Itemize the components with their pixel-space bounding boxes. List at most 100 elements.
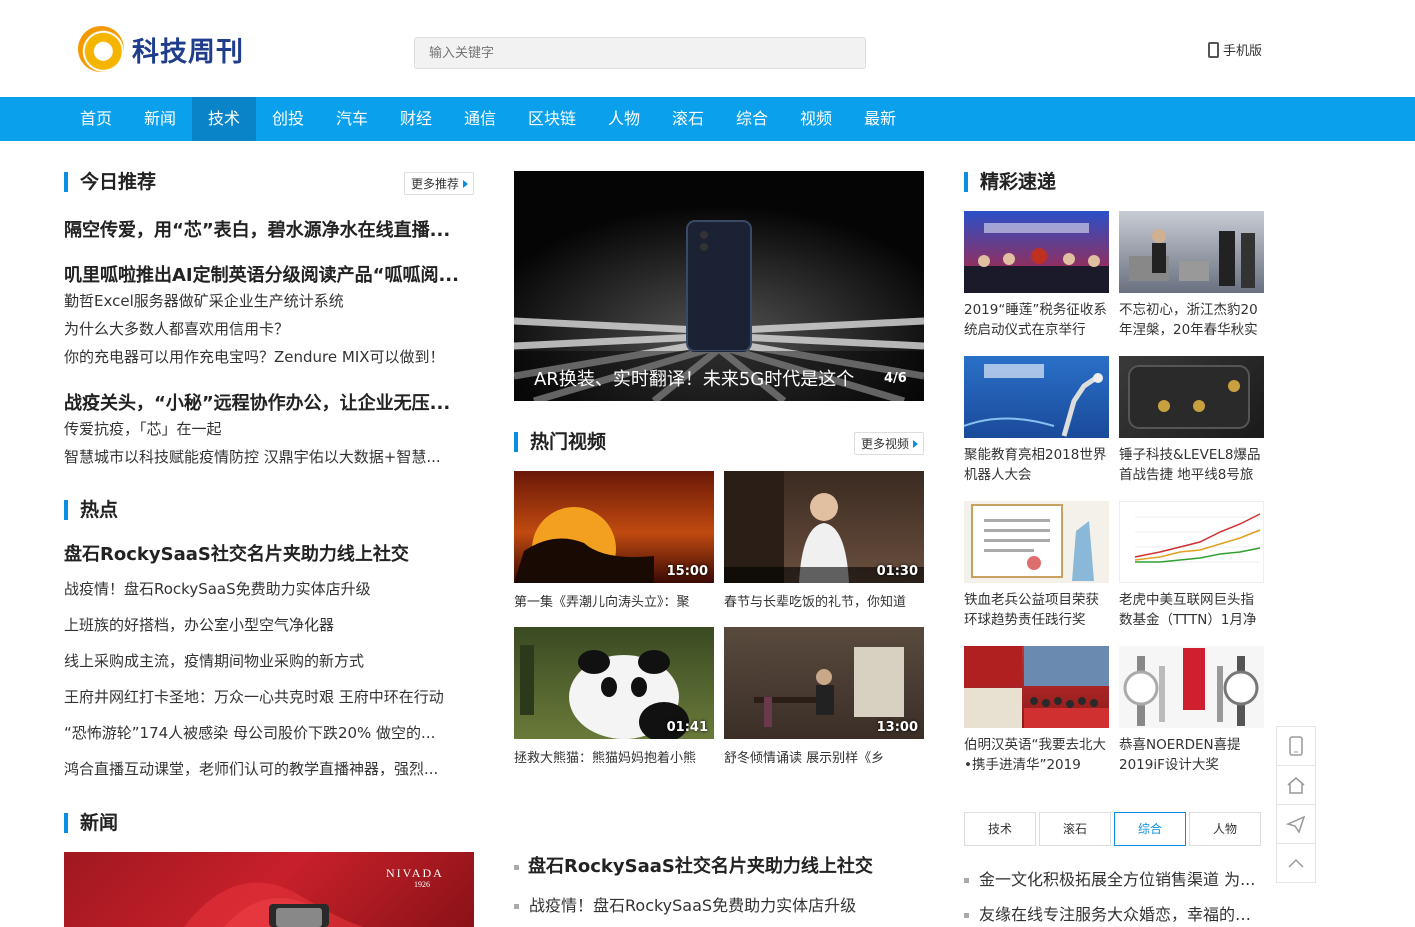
nav-item-latest[interactable]: 最新 bbox=[848, 97, 912, 141]
hot-link[interactable]: “恐怖游轮”174人被感染 母公司股价下跌20% 做空的... bbox=[64, 722, 474, 743]
video-thumb[interactable]: 15:00 bbox=[514, 471, 714, 583]
feedback-button[interactable] bbox=[1276, 804, 1316, 844]
chevron-up-icon bbox=[1288, 858, 1304, 868]
nav-item-general[interactable]: 综合 bbox=[720, 97, 784, 141]
search-input[interactable] bbox=[414, 37, 866, 69]
express-caption[interactable]: 恭喜NOERDEN喜提2019iF设计大奖 bbox=[1119, 735, 1265, 775]
express-caption[interactable]: 伯明汉英语“我要去北大•携手进清华”2019 bbox=[964, 735, 1110, 775]
today-link[interactable]: 为什么大多数人都喜欢用信用卡？ bbox=[64, 318, 474, 339]
video-duration: 01:30 bbox=[876, 564, 918, 579]
more-recommend-button[interactable]: 更多推荐 bbox=[404, 172, 475, 195]
nav-item-auto[interactable]: 汽车 bbox=[320, 97, 384, 141]
express-caption[interactable]: 铁血老兵公益项目荣获环球趋势责任践行奖 bbox=[964, 590, 1110, 630]
bullet-icon bbox=[514, 864, 519, 870]
today-headline[interactable]: 叽里呱啦推出AI定制英语分级阅读产品“呱呱阅... bbox=[64, 261, 474, 287]
mobile-qr-button[interactable] bbox=[1276, 726, 1316, 766]
home-button[interactable] bbox=[1276, 765, 1316, 805]
video-thumb[interactable]: 01:41 bbox=[514, 627, 714, 739]
today-link[interactable]: 传爱抗疫，「芯」在一起 bbox=[64, 418, 474, 439]
ceremony-photo-icon bbox=[964, 223, 1109, 293]
video-thumb[interactable]: 01:30 bbox=[724, 471, 924, 583]
express-thumb[interactable] bbox=[964, 211, 1109, 293]
mobile-version-link[interactable]: 手机版 bbox=[1208, 40, 1262, 59]
express-caption[interactable]: 2019“睡莲”税务征收系统启动仪式在京举行 bbox=[964, 300, 1110, 340]
express-thumb[interactable] bbox=[1119, 646, 1264, 728]
robot-photo-icon bbox=[964, 364, 1103, 437]
main-nav: 首页 新闻 技术 创投 汽车 财经 通信 区块链 人物 滚石 综合 视频 最新 bbox=[0, 97, 1415, 141]
video-duration: 01:41 bbox=[666, 720, 708, 735]
hot-link[interactable]: 线上采购成主流，疫情期间物业采购的新方式 bbox=[64, 650, 474, 671]
hot-headline[interactable]: 盘石RockySaaS社交名片夹助力线上社交 bbox=[64, 540, 474, 566]
video-duration: 15:00 bbox=[666, 564, 708, 579]
back-to-top-button[interactable] bbox=[1276, 843, 1316, 883]
hot-link[interactable]: 鸿合直播互动课堂，老师们认可的教学直播神器，强烈... bbox=[64, 758, 474, 779]
express-caption[interactable]: 不忘初心，浙江杰豹20年涅槃，20年春华秋实 bbox=[1119, 300, 1265, 340]
logo-mark-icon bbox=[78, 26, 124, 72]
nav-item-tech[interactable]: 技术 bbox=[192, 97, 256, 141]
express-thumb[interactable] bbox=[1119, 211, 1264, 293]
nav-item-finance[interactable]: 财经 bbox=[384, 97, 448, 141]
nav-item-video[interactable]: 视频 bbox=[784, 97, 848, 141]
right-list-item[interactable]: 友缘在线专注服务大众婚恋，幸福的爱... bbox=[964, 901, 1264, 925]
today-link[interactable]: 智慧城市以科技赋能疫情防控 汉鼎宇佑以大数据+智慧... bbox=[64, 446, 474, 467]
express-thumb[interactable] bbox=[1119, 356, 1264, 438]
news-section-title: 新闻 bbox=[64, 813, 118, 833]
nav-item-telecom[interactable]: 通信 bbox=[448, 97, 512, 141]
site-logo[interactable]: 科技周刊 bbox=[76, 24, 256, 76]
hot-section-title: 热点 bbox=[64, 500, 118, 520]
video-caption[interactable]: 第一集《弄潮儿向涛头立》：聚 bbox=[514, 591, 714, 610]
today-link[interactable]: 你的充电器可以用作充电宝吗？Zendure MIX可以做到！ bbox=[64, 346, 474, 367]
news-banner-image[interactable]: NIVADA 1926 bbox=[64, 852, 474, 927]
tab-rolling[interactable]: 滚石 bbox=[1039, 812, 1111, 846]
express-caption[interactable]: 聚能教育亮相2018世界机器人大会 bbox=[964, 445, 1110, 485]
today-link[interactable]: 勤哲Excel服务器做矿采企业生产统计系统 bbox=[64, 290, 474, 311]
hot-link[interactable]: 战疫情！盘石RockySaaS免费助力实体店升级 bbox=[64, 578, 474, 599]
logo-text: 科技周刊 bbox=[132, 37, 244, 68]
express-caption[interactable]: 锤子科技&LEVEL8爆品首战告捷 地平线8号旅 bbox=[1119, 445, 1265, 485]
hot-link[interactable]: 上班族的好搭档，办公室小型空气净化器 bbox=[64, 614, 474, 635]
more-videos-button[interactable]: 更多视频 bbox=[854, 432, 925, 455]
watch-photo-icon bbox=[1123, 648, 1259, 726]
nav-item-people[interactable]: 人物 bbox=[592, 97, 656, 141]
phone-icon bbox=[1208, 41, 1219, 58]
tab-general[interactable]: 综合 bbox=[1114, 812, 1186, 846]
express-thumb[interactable] bbox=[964, 501, 1109, 583]
nav-item-news[interactable]: 新闻 bbox=[128, 97, 192, 141]
video-caption[interactable]: 春节与长辈吃饭的礼节，你知道 bbox=[724, 591, 924, 610]
students-photo-icon bbox=[964, 646, 1109, 728]
hot-link[interactable]: 王府井网红打卡圣地：万众一心共克时艰 王府中环在行动 bbox=[64, 686, 474, 707]
video-section-title: 热门视频 bbox=[514, 432, 606, 452]
nav-item-home[interactable]: 首页 bbox=[64, 97, 128, 141]
phone-icon bbox=[1289, 736, 1303, 756]
certificate-photo-icon bbox=[971, 504, 1094, 581]
nav-item-blockchain[interactable]: 区块链 bbox=[512, 97, 592, 141]
ad-year: 1926 bbox=[414, 880, 430, 889]
express-section-title: 精彩速递 bbox=[964, 172, 1056, 192]
express-thumb[interactable] bbox=[964, 646, 1109, 728]
nav-item-rolling[interactable]: 滚石 bbox=[656, 97, 720, 141]
center-list-text: 盘石RockySaaS社交名片夹助力线上社交 bbox=[528, 856, 873, 877]
tab-people[interactable]: 人物 bbox=[1189, 812, 1261, 846]
tab-tech[interactable]: 技术 bbox=[964, 812, 1036, 846]
right-list-item[interactable]: 金一文化积极拓展全方位销售渠道 为... bbox=[964, 866, 1264, 890]
suitcase-photo-icon bbox=[1128, 365, 1250, 429]
slider-caption: AR换装、实时翻译！未来5G时代是这个 bbox=[534, 369, 855, 390]
nav-item-venture[interactable]: 创投 bbox=[256, 97, 320, 141]
center-list-headline[interactable]: 盘石RockySaaS社交名片夹助力线上社交 bbox=[514, 852, 924, 878]
video-caption[interactable]: 舒冬倾情诵读 展示别样《乡 bbox=[724, 747, 924, 766]
featured-slider[interactable]: AR换装、实时翻译！未来5G时代是这个 4/6 bbox=[514, 171, 924, 401]
video-thumb[interactable]: 13:00 bbox=[724, 627, 924, 739]
ribbon-icon bbox=[184, 882, 364, 927]
express-thumb[interactable] bbox=[1119, 501, 1264, 583]
center-list-item[interactable]: 战疫情！盘石RockySaaS免费助力实体店升级 bbox=[514, 892, 924, 916]
ad-brand: NIVADA bbox=[386, 866, 444, 880]
home-icon bbox=[1287, 777, 1305, 794]
slider-counter: 4/6 bbox=[884, 371, 907, 386]
express-thumb[interactable] bbox=[964, 356, 1109, 438]
video-caption[interactable]: 拯救大熊猫：熊猫妈妈抱着小熊 bbox=[514, 747, 714, 766]
today-headline[interactable]: 战疫关头，“小秘”远程协作办公，让企业无压... bbox=[64, 389, 474, 415]
express-caption[interactable]: 老虎中美互联网巨头指数基金（TTTN）1月净 bbox=[1119, 590, 1265, 630]
event-photo-icon bbox=[1129, 229, 1255, 288]
today-headline[interactable]: 隔空传爱，用“芯”表白，碧水源净水在线直播... bbox=[64, 216, 474, 242]
send-icon bbox=[1286, 815, 1306, 833]
